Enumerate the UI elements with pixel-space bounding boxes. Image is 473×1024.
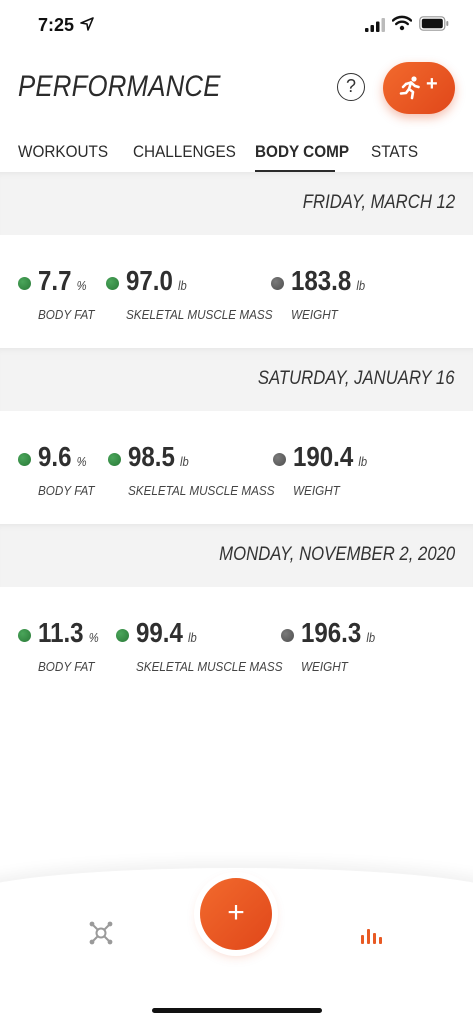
status-time: 7:25 (38, 15, 75, 35)
weight-value: 183.8 (291, 265, 352, 296)
home-hub-icon[interactable] (88, 920, 114, 946)
body-comp-list: FRIDAY, MARCH 12 7.7% BODY FAT 97.0 lb SK… (0, 172, 473, 700)
status-bar: 7:25 (0, 0, 473, 50)
muscle-mass-unit: lb (178, 278, 187, 293)
tab-workouts[interactable]: WORKOUTS (18, 142, 108, 162)
help-button[interactable]: ? (337, 73, 365, 101)
body-fat-unit: % (76, 278, 87, 293)
cellular-signal-icon (365, 18, 385, 32)
date-header: FRIDAY, MARCH 12 (0, 172, 473, 235)
body-fat-label: BODY FAT (38, 307, 95, 322)
muscle-mass-unit: lb (180, 454, 189, 469)
scan-date: FRIDAY, MARCH 12 (302, 192, 455, 213)
battery-icon (419, 16, 449, 31)
weight-label: WEIGHT (293, 483, 340, 498)
tab-stats[interactable]: STATS (371, 142, 418, 162)
add-workout-button[interactable]: + (383, 62, 455, 114)
runner-icon (399, 76, 420, 100)
muscle-mass-label: SKELETAL MUSCLE MASS (128, 483, 275, 498)
body-fat-label: BODY FAT (38, 483, 95, 498)
status-dot (18, 629, 31, 642)
weight-value-wrap: 196.3 lb (301, 617, 375, 649)
performance-tabs: WORKOUTS CHALLENGES BODY COMP STATS (0, 140, 473, 173)
body-fat-value-wrap: 11.3% (38, 617, 99, 649)
status-dot (18, 453, 31, 466)
body-fat-unit: % (88, 630, 99, 645)
muscle-mass-unit: lb (188, 630, 197, 645)
body-fat-unit: % (76, 454, 87, 469)
home-indicator (152, 1008, 322, 1013)
weight-label: WEIGHT (291, 307, 338, 322)
status-dot (116, 629, 129, 642)
wifi-icon (392, 15, 412, 31)
muscle-mass-label: SKELETAL MUSCLE MASS (136, 659, 283, 674)
muscle-mass-value: 99.4 (136, 617, 183, 648)
body-fat-value-wrap: 9.6% (38, 441, 87, 473)
muscle-mass-value-wrap: 97.0 lb (126, 265, 187, 297)
plus-icon: + (426, 73, 438, 95)
muscle-mass-label: SKELETAL MUSCLE MASS (126, 307, 273, 322)
status-dot (18, 277, 31, 290)
status-dot (281, 629, 294, 642)
body-fat-value: 7.7 (38, 265, 72, 296)
status-dot (273, 453, 286, 466)
weight-value: 196.3 (301, 617, 362, 648)
tab-challenges[interactable]: CHALLENGES (133, 142, 236, 162)
app-screen: 7:25 PERFORMANCE ? + WORKOUTS CHALLENGES… (0, 0, 473, 1024)
bar-chart-icon[interactable] (360, 924, 382, 944)
metrics-row[interactable]: 11.3% BODY FAT 99.4 lb SKELETAL MUSCLE MA… (0, 587, 473, 700)
plus-icon: + (227, 896, 245, 929)
body-fat-value-wrap: 7.7% (38, 265, 87, 297)
scan-date: MONDAY, NOVEMBER 2, 2020 (218, 544, 455, 565)
status-dot (106, 277, 119, 290)
status-dot (271, 277, 284, 290)
page-title: PERFORMANCE (18, 70, 221, 103)
body-fat-label: BODY FAT (38, 659, 95, 674)
date-header: SATURDAY, JANUARY 16 (0, 348, 473, 411)
status-dot (108, 453, 121, 466)
help-icon: ? (345, 76, 356, 96)
weight-value-wrap: 190.4 lb (293, 441, 367, 473)
location-arrow-icon (80, 17, 94, 31)
weight-unit: lb (356, 278, 366, 293)
metrics-row[interactable]: 9.6% BODY FAT 98.5 lb SKELETAL MUSCLE MAS… (0, 411, 473, 524)
bottom-nav: + (0, 870, 473, 1024)
metrics-row[interactable]: 7.7% BODY FAT 97.0 lb SKELETAL MUSCLE MAS… (0, 235, 473, 348)
body-fat-value: 11.3 (38, 617, 84, 648)
muscle-mass-value: 98.5 (128, 441, 175, 472)
scan-date: SATURDAY, JANUARY 16 (258, 368, 455, 389)
muscle-mass-value: 97.0 (126, 265, 173, 296)
weight-label: WEIGHT (301, 659, 348, 674)
muscle-mass-value-wrap: 98.5 lb (128, 441, 189, 473)
muscle-mass-value-wrap: 99.4 lb (136, 617, 197, 649)
weight-value: 190.4 (293, 441, 354, 472)
weight-unit: lb (366, 630, 376, 645)
date-header: MONDAY, NOVEMBER 2, 2020 (0, 524, 473, 587)
tab-body-comp[interactable]: BODY COMP (255, 142, 349, 162)
weight-unit: lb (358, 454, 368, 469)
weight-value-wrap: 183.8 lb (291, 265, 365, 297)
add-button[interactable]: + (200, 878, 272, 950)
body-fat-value: 9.6 (38, 441, 72, 472)
